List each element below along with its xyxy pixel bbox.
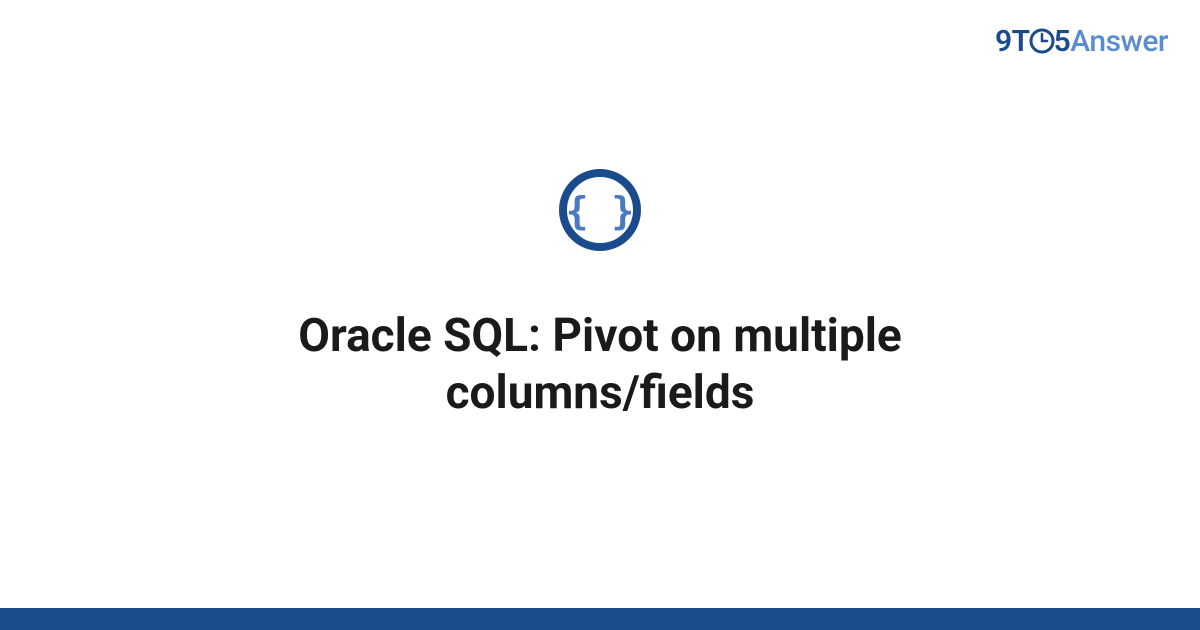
svg-text:{ }: { } [566, 189, 635, 233]
footer-bar [0, 608, 1200, 630]
main-content: { } Oracle SQL: Pivot on multiple column… [0, 0, 1200, 630]
code-braces-icon: { } [558, 168, 642, 252]
page-title: Oracle SQL: Pivot on multiple columns/fi… [150, 308, 1050, 423]
